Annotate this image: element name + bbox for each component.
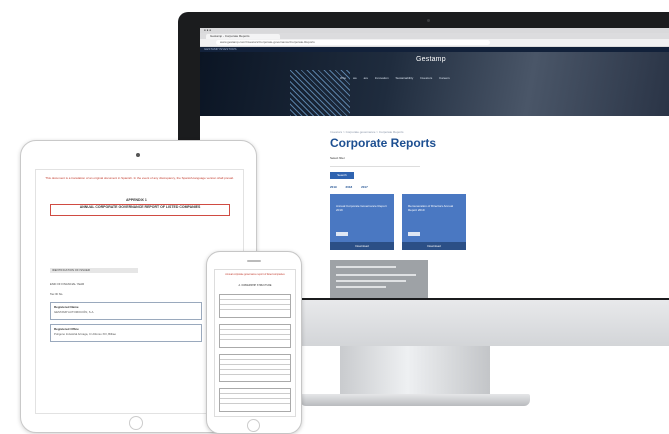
- speaker-icon: [247, 260, 261, 262]
- registered-name-value: GESTAMP AUTOMOCIÓN, S.A.: [54, 310, 95, 314]
- home-button[interactable]: [247, 419, 260, 432]
- tax-id-label: Tax ID No.: [50, 292, 64, 296]
- imac-foot: [300, 394, 530, 406]
- phone-section: A. OWNERSHIP STRUCTURE: [238, 284, 272, 287]
- issuer-chip: IDENTIFICATION OF ISSUER: [50, 268, 138, 273]
- doc-title: ANNUAL CORPORATE GOVERNANCE REPORT OF LI…: [50, 204, 230, 216]
- filter-select[interactable]: [330, 162, 420, 167]
- registered-name-box: Registered Name GESTAMP AUTOMOCIÓN, S.A.: [50, 302, 202, 320]
- contact-line: [336, 274, 416, 276]
- doc-table: [219, 354, 291, 382]
- report-card-title: Annual Corporate Governance Report 2019: [336, 204, 387, 212]
- breadcrumb[interactable]: Investors > Corporate governance > Corpo…: [330, 130, 404, 134]
- doc-table: [219, 294, 291, 318]
- year-tab[interactable]: 2018: [346, 185, 353, 189]
- registered-name-label: Registered Name: [54, 305, 79, 309]
- home-button[interactable]: [129, 416, 143, 430]
- year-tab[interactable]: 2017: [361, 185, 368, 189]
- fiscal-year-label: END OF FINANCIAL YEAR: [50, 282, 85, 286]
- search-button[interactable]: Search: [330, 172, 354, 179]
- download-button[interactable]: Download: [402, 242, 466, 250]
- phone-red-note: Annual corporate governance report of li…: [225, 273, 285, 276]
- table-row: [220, 335, 290, 340]
- doc-table: [219, 388, 291, 412]
- table-row: [220, 399, 290, 404]
- filter-label: Select filter: [330, 156, 345, 160]
- camera-icon: [427, 19, 430, 22]
- gestamp-logo[interactable]: Gestamp: [416, 56, 446, 63]
- registered-office-label: Registered Office: [54, 327, 79, 331]
- registered-office-box: Registered Office Polígono Industrial Ar…: [50, 324, 202, 342]
- pdf-chip: [336, 232, 348, 236]
- contact-title-line: [336, 266, 396, 268]
- imac-stand: [340, 346, 490, 398]
- download-button[interactable]: Download: [330, 242, 394, 250]
- report-card-title: Remuneration of Directors Annual Report …: [408, 204, 454, 212]
- contact-box: [330, 260, 428, 298]
- report-card[interactable]: Remuneration of Directors Annual Report …: [402, 194, 466, 250]
- contact-line: [336, 280, 406, 282]
- address-bar: www.gestamp.com/Investors/Corporate-gove…: [200, 39, 669, 47]
- main-nav[interactable]: Who we are Innovation Sustainability Inv…: [340, 76, 450, 80]
- hero-banner: Gestamp Who we are Innovation Sustainabi…: [200, 52, 669, 116]
- translation-note: This document is a translation of an ori…: [45, 176, 234, 180]
- phone-device: Annual corporate governance report of li…: [206, 251, 302, 434]
- doc-table: [219, 324, 291, 348]
- url-input[interactable]: www.gestamp.com/Investors/Corporate-gove…: [216, 40, 490, 45]
- table-row: [220, 305, 290, 310]
- phone-screen: Annual corporate governance report of li…: [214, 269, 296, 417]
- pdf-chip: [408, 232, 420, 236]
- table-row: [220, 370, 290, 375]
- year-tab[interactable]: 2019: [330, 185, 337, 189]
- contact-line: [336, 286, 386, 288]
- report-card[interactable]: Annual Corporate Governance Report 2019 …: [330, 194, 394, 250]
- doc-heading: APPENDIX 1: [126, 198, 147, 202]
- page-title: Corporate Reports: [330, 136, 437, 150]
- year-tabs: 2019 2018 2017: [330, 185, 376, 189]
- camera-icon: [136, 153, 140, 157]
- registered-office-value: Polígono Industrial Arinaga, C/ Alfonso …: [54, 332, 117, 336]
